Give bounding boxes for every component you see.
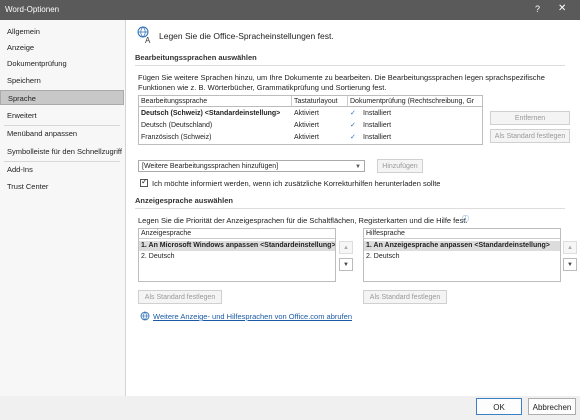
add-editing-language-value: [Weitere Bearbeitungssprachen hinzufügen…	[142, 163, 279, 170]
table-row-proofing: Installiert	[363, 134, 392, 141]
display-description: Legen Sie die Priorität der Anzeigesprac…	[138, 216, 468, 225]
help-language-list[interactable]: Hilfesprache 1. An Anzeigesprache anpass…	[363, 228, 561, 282]
svg-text:A: A	[145, 36, 151, 44]
ok-button[interactable]: OK	[476, 398, 522, 415]
display-section-title: Anzeigesprache auswählen	[135, 196, 565, 209]
list-item[interactable]: 2. Deutsch	[139, 252, 335, 262]
sidebar-item-anzeige[interactable]: Anzeige	[0, 40, 124, 55]
cancel-button[interactable]: Abbrechen	[528, 398, 576, 415]
remove-language-button[interactable]: Entfernen	[490, 111, 570, 125]
spellcheck-icon: ✓	[350, 110, 356, 117]
language-settings-icon: A	[137, 26, 151, 44]
info-icon[interactable]: ⓘ	[462, 214, 469, 224]
notify-checkbox-label[interactable]: Ich möchte informiert werden, wenn ich z…	[152, 179, 440, 188]
help-move-down-button[interactable]: ▼	[563, 258, 577, 271]
table-row-keyboard: Aktiviert	[294, 110, 319, 117]
table-row-language[interactable]: Französisch (Schweiz)	[139, 132, 292, 143]
title-bar: Word-Optionen ? ✕	[0, 0, 580, 20]
display-move-up-button[interactable]: ▲	[339, 241, 353, 254]
editing-description-line1: Fügen Sie weitere Sprachen hinzu, um Ihr…	[138, 73, 545, 82]
sidebar-item-sprache[interactable]: Sprache	[0, 90, 124, 105]
help-icon[interactable]: ?	[535, 4, 540, 14]
set-default-editing-button[interactable]: Als Standard festlegen	[490, 129, 570, 143]
list-item[interactable]: 2. Deutsch	[364, 252, 560, 262]
sidebar-item-erweitert[interactable]: Erweitert	[0, 108, 124, 123]
help-move-up-button[interactable]: ▲	[563, 241, 577, 254]
help-set-default-button[interactable]: Als Standard festlegen	[363, 290, 447, 304]
notify-checkbox[interactable]: ✓	[140, 177, 148, 187]
sidebar-item-trust-center[interactable]: Trust Center	[0, 179, 124, 194]
table-row-keyboard: Aktiviert	[294, 122, 319, 129]
checkmark-icon: ✓	[141, 177, 148, 186]
table-row-language[interactable]: Deutsch (Schweiz) <Standardeinstellung>	[139, 108, 292, 119]
list-item[interactable]: 1. An Anzeigesprache anpassen <Standarde…	[364, 241, 560, 251]
globe-icon	[140, 311, 150, 321]
window-title: Word-Optionen	[5, 5, 60, 14]
help-list-header: Hilfesprache	[364, 229, 560, 239]
table-row-proofing: Installiert	[363, 122, 392, 129]
editing-description-line2: Funktionen wie z. B. Wörterbücher, Gramm…	[138, 83, 387, 92]
spellcheck-icon: ✓	[350, 134, 356, 141]
table-row-language[interactable]: Deutsch (Deutschland)	[139, 120, 292, 131]
sidebar-item-speichern[interactable]: Speichern	[0, 73, 124, 88]
more-languages-link[interactable]: Weitere Anzeige- und Hilfesprachen von O…	[153, 312, 352, 321]
add-editing-language-select[interactable]: [Weitere Bearbeitungssprachen hinzufügen…	[138, 160, 365, 172]
page-heading: Legen Sie die Office-Spracheinstellungen…	[159, 31, 334, 41]
display-language-list[interactable]: Anzeigesprache 1. An Microsoft Windows a…	[138, 228, 336, 282]
close-icon[interactable]: ✕	[558, 3, 566, 14]
chevron-down-icon: ▼	[355, 164, 361, 170]
sidebar-item-allgemein[interactable]: Allgemein	[0, 24, 124, 39]
editing-languages-table[interactable]: Bearbeitungssprache Tastaturlayout Dokum…	[138, 95, 483, 145]
column-header-language[interactable]: Bearbeitungssprache	[139, 96, 292, 107]
sidebar-item-schnellzugriff[interactable]: Symbolleiste für den Schnellzugriff	[0, 144, 124, 159]
column-header-proofing[interactable]: Dokumentprüfung (Rechtschreibung, Gr	[348, 96, 482, 107]
editing-section-title: Bearbeitungssprachen auswählen	[135, 53, 565, 66]
main-panel: A Legen Sie die Office-Spracheinstellung…	[126, 20, 580, 396]
sidebar-item-menueband[interactable]: Menüband anpassen	[0, 126, 124, 141]
table-row-proofing: Installiert	[363, 110, 392, 117]
display-set-default-button[interactable]: Als Standard festlegen	[138, 290, 222, 304]
sidebar: Allgemein Anzeige Dokumentprüfung Speich…	[0, 20, 126, 396]
add-language-button[interactable]: Hinzufügen	[377, 159, 423, 173]
sidebar-item-addins[interactable]: Add-Ins	[0, 162, 124, 177]
sidebar-item-dokumentpruefung[interactable]: Dokumentprüfung	[0, 56, 124, 71]
spellcheck-icon: ✓	[350, 122, 356, 129]
list-item[interactable]: 1. An Microsoft Windows anpassen <Standa…	[139, 241, 335, 251]
column-header-keyboard[interactable]: Tastaturlayout	[292, 96, 348, 107]
display-move-down-button[interactable]: ▼	[339, 258, 353, 271]
table-row-keyboard: Aktiviert	[294, 134, 319, 141]
display-list-header: Anzeigesprache	[139, 229, 335, 239]
